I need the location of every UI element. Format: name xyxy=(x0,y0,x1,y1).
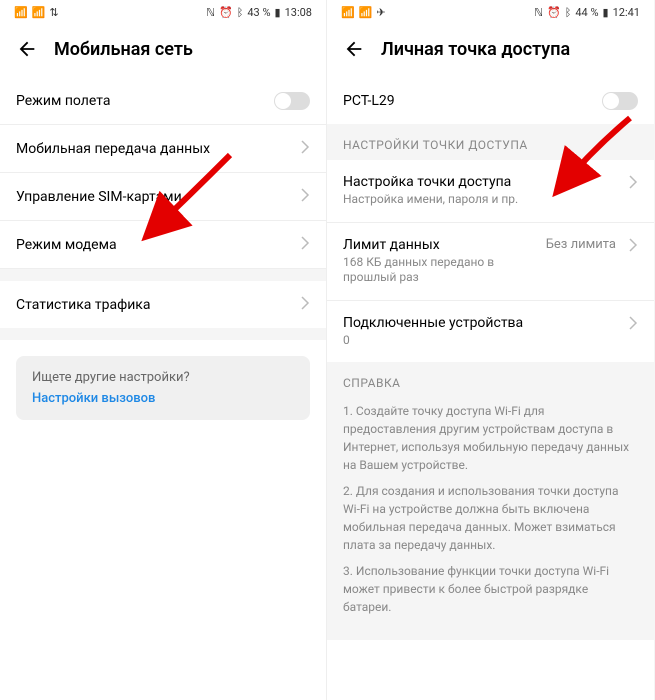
wifi-icon: 📶 xyxy=(32,6,46,19)
hint-box: Ищете другие настройки? Настройки вызово… xyxy=(16,356,310,420)
row-tethering[interactable]: Режим модема xyxy=(0,221,326,269)
help-paragraph: 1. Создайте точку доступа Wi-Fi для пред… xyxy=(343,402,638,474)
page-title: Личная точка доступа xyxy=(381,39,570,60)
row-label: Режим модема xyxy=(16,237,117,253)
battery-percent: 43 % xyxy=(247,6,270,19)
row-value: Без лимита xyxy=(546,237,616,252)
battery-icon: ▮ xyxy=(603,6,609,19)
battery-percent: 44 % xyxy=(575,6,598,19)
bluetooth-icon: ᛒ xyxy=(237,6,244,19)
row-connected-devices[interactable]: Подключенные устройства 0 xyxy=(327,301,654,363)
back-button[interactable] xyxy=(16,38,38,60)
row-label: Режим полета xyxy=(16,93,110,109)
header: Мобильная сеть xyxy=(0,24,326,78)
row-label: Статистика трафика xyxy=(16,297,150,313)
help-text: 1. Создайте точку доступа Wi-Fi для пред… xyxy=(327,398,654,640)
row-label: PCT-L29 xyxy=(343,93,395,109)
row-traffic-stats[interactable]: Статистика трафика xyxy=(0,281,326,328)
row-hotspot-toggle[interactable]: PCT-L29 xyxy=(327,78,654,124)
row-label: Лимит данных xyxy=(343,237,546,253)
call-settings-link[interactable]: Настройки вызовов xyxy=(32,391,294,406)
help-paragraph: 3. Использование функции точки доступа W… xyxy=(343,562,638,616)
row-label: Настройка точки доступа xyxy=(343,174,620,190)
chevron-right-icon xyxy=(300,187,310,206)
hotspot-toggle[interactable] xyxy=(602,92,638,110)
section-header-hotspot: НАСТРОЙКИ ТОЧКИ ДОСТУПА xyxy=(327,124,654,160)
row-label: Мобильная передача данных xyxy=(16,141,210,157)
row-mobile-data[interactable]: Мобильная передача данных xyxy=(0,125,326,173)
time: 12:41 xyxy=(613,6,640,19)
chevron-right-icon xyxy=(300,235,310,254)
chevron-right-icon xyxy=(300,139,310,158)
signal-icon: 📶 xyxy=(14,6,28,19)
page-title: Мобильная сеть xyxy=(54,39,193,60)
alarm-icon: ⏰ xyxy=(219,6,233,19)
row-airplane-mode[interactable]: Режим полета xyxy=(0,78,326,125)
section-header-help: СПРАВКА xyxy=(327,362,654,398)
row-sim-management[interactable]: Управление SIM-картами xyxy=(0,173,326,221)
help-paragraph: 2. Для создания и использования точки до… xyxy=(343,482,638,554)
time: 13:08 xyxy=(285,6,312,19)
row-data-limit[interactable]: Лимит данных 168 КБ данных передано в пр… xyxy=(327,223,654,301)
nfc-icon: ℕ xyxy=(534,6,543,19)
chevron-right-icon xyxy=(628,174,638,193)
alarm-icon: ⏰ xyxy=(547,6,561,19)
chevron-right-icon xyxy=(628,315,638,334)
wifi-icon: 📶 xyxy=(359,6,373,19)
hint-title: Ищете другие настройки? xyxy=(32,370,294,385)
back-button[interactable] xyxy=(343,38,365,60)
activity-icon: ⇅ xyxy=(49,6,58,19)
bluetooth-icon: ᛒ xyxy=(565,6,572,19)
telegram-icon: ✈ xyxy=(376,6,385,19)
row-label: Управление SIM-картами xyxy=(16,189,182,205)
header: Личная точка доступа xyxy=(327,24,654,78)
phone-left: 📶 📶 ⇅ ℕ ⏰ ᛒ 43 % ▮ 13:08 Мобильная сеть … xyxy=(0,0,327,700)
row-subtitle: Настройка имени, пароля и пр. xyxy=(343,192,620,208)
row-subtitle: 0 xyxy=(343,333,620,349)
row-label: Подключенные устройства xyxy=(343,315,620,331)
row-hotspot-config[interactable]: Настройка точки доступа Настройка имени,… xyxy=(327,160,654,223)
status-bar: 📶 📶 ⇅ ℕ ⏰ ᛒ 43 % ▮ 13:08 xyxy=(0,0,326,24)
nfc-icon: ℕ xyxy=(206,6,215,19)
signal-icon: 📶 xyxy=(341,6,355,19)
battery-icon: ▮ xyxy=(275,6,281,19)
chevron-right-icon xyxy=(300,295,310,314)
phone-right: 📶 📶 ✈ ℕ ⏰ ᛒ 44 % ▮ 12:41 Личная точка до… xyxy=(327,0,654,700)
row-subtitle: 168 КБ данных передано в прошлый раз xyxy=(343,255,546,286)
chevron-right-icon xyxy=(628,237,638,256)
airplane-toggle[interactable] xyxy=(274,92,310,110)
status-bar: 📶 📶 ✈ ℕ ⏰ ᛒ 44 % ▮ 12:41 xyxy=(327,0,654,24)
